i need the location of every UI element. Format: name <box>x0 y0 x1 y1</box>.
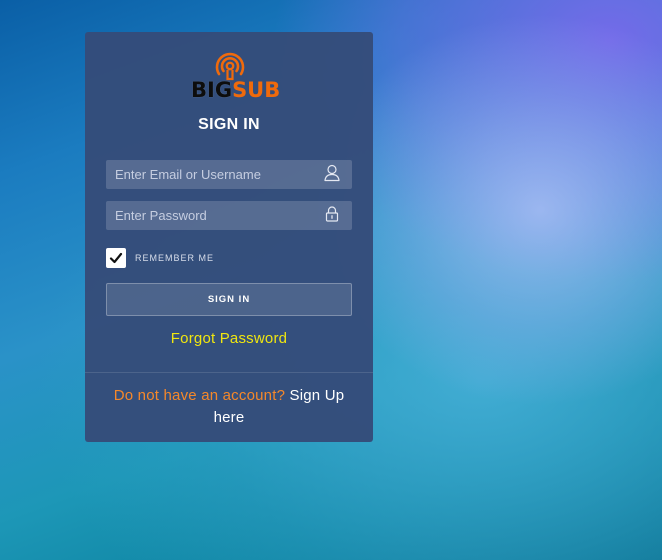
forgot-password-link[interactable]: Forgot Password <box>85 330 373 347</box>
password-input[interactable] <box>106 201 352 230</box>
remember-me: REMEMBER ME <box>106 248 306 268</box>
signup-prompt-text: Do not have an account? <box>113 387 286 404</box>
divider <box>85 372 373 373</box>
logo-text-sub: SUB <box>232 78 281 102</box>
logo-wordmark: BIGSUB <box>191 78 280 102</box>
sign-in-button[interactable]: SIGN IN <box>106 283 352 316</box>
user-icon <box>324 164 340 182</box>
password-field[interactable] <box>106 201 352 230</box>
email-input[interactable] <box>106 160 352 189</box>
logo-text-big: BIG <box>191 78 233 102</box>
signup-prompt: Do not have an account? Sign Up here <box>101 385 357 429</box>
login-card: BIGSUB SIGN IN REMEMBER ME SIGN IN Forgo… <box>85 32 373 442</box>
lock-icon <box>325 206 339 222</box>
email-field[interactable] <box>106 160 352 189</box>
remember-me-checkbox[interactable] <box>106 248 126 268</box>
brand-logo: BIGSUB <box>191 52 280 104</box>
checkmark-icon <box>109 252 123 264</box>
remember-me-label[interactable]: REMEMBER ME <box>135 253 214 263</box>
page-title: SIGN IN <box>198 116 260 133</box>
